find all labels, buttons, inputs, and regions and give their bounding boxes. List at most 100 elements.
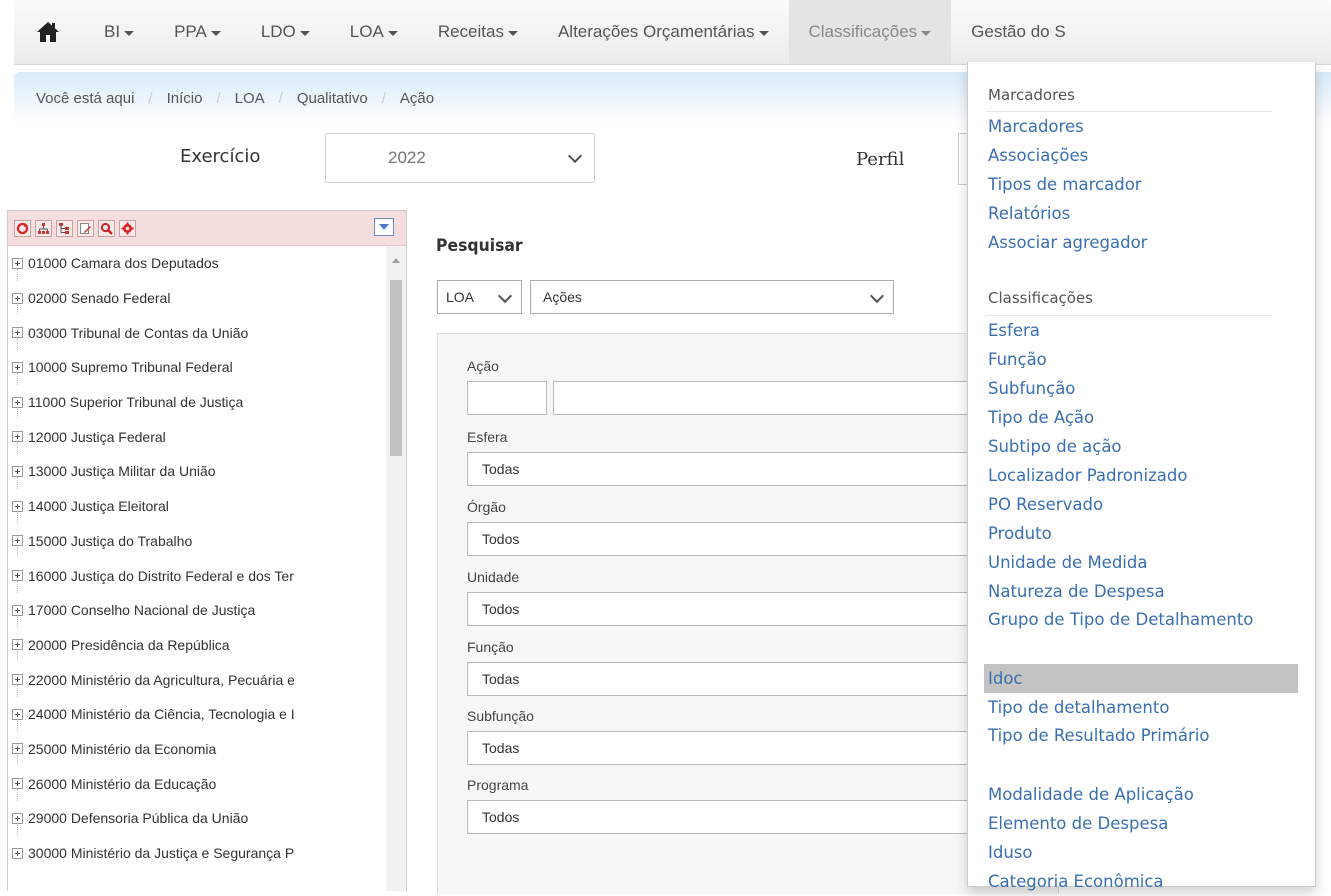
menu-item[interactable]: Idoc: [984, 664, 1298, 693]
edit-document-icon[interactable]: [77, 219, 94, 237]
tree-list: 01000 Camara dos Deputados 02000 Senado F…: [8, 246, 386, 870]
tree-item[interactable]: 03000 Tribunal de Contas da União: [8, 315, 386, 351]
tree-item[interactable]: 11000 Superior Tribunal de Justiça: [8, 385, 386, 420]
refresh-icon[interactable]: [14, 219, 31, 237]
menu-item[interactable]: Categoria Econômica: [984, 867, 1298, 896]
triangle-down-icon: [379, 223, 389, 230]
breadcrumb-item-qualitativo[interactable]: Qualitativo: [297, 90, 368, 107]
nav-gestao[interactable]: Gestão do S: [951, 0, 1086, 64]
tree-item[interactable]: 17000 Conselho Nacional de Justiça: [8, 593, 386, 628]
scrollbar-thumb[interactable]: [390, 280, 402, 456]
tree-expand-icon[interactable]: [56, 219, 73, 237]
menu-item[interactable]: Modalidade de Aplicação: [984, 780, 1298, 809]
menu-item[interactable]: Relatórios: [984, 199, 1298, 228]
acao-code-input[interactable]: [467, 381, 547, 415]
tree-item-label: 30000 Ministério da Justiça e Segurança …: [28, 845, 295, 862]
expand-plus-icon[interactable]: [12, 465, 23, 477]
tree-connector-line: [17, 338, 18, 351]
menu-item[interactable]: Função: [984, 345, 1298, 374]
nav-receitas[interactable]: Receitas: [418, 0, 538, 64]
expand-plus-icon[interactable]: [12, 639, 23, 651]
tree-item[interactable]: 01000 Camara dos Deputados: [8, 246, 386, 281]
type-select[interactable]: Ações: [530, 280, 894, 314]
expand-plus-icon[interactable]: [12, 570, 23, 582]
source-select[interactable]: LOA: [437, 280, 522, 314]
expand-plus-icon[interactable]: [12, 431, 23, 443]
menu-item[interactable]: Tipo de Resultado Primário: [984, 722, 1298, 778]
tree-item[interactable]: 30000 Ministério da Justiça e Segurança …: [8, 836, 386, 871]
menu-item[interactable]: Tipo de detalhamento: [984, 693, 1298, 722]
tree-item-label: 10000 Supremo Tribunal Federal: [28, 359, 233, 376]
tree-item-label: 26000 Ministério da Educação: [28, 775, 217, 792]
expand-plus-icon[interactable]: [12, 292, 23, 304]
expand-plus-icon[interactable]: [12, 743, 23, 755]
tree-item[interactable]: 22000 Ministério da Agricultura, Pecuári…: [8, 662, 386, 697]
tree-item[interactable]: 16000 Justiça do Distrito Federal e dos …: [8, 558, 386, 593]
tree-item[interactable]: 25000 Ministério da Economia: [8, 732, 386, 767]
tree-item-label: 13000 Justiça Militar da União: [28, 463, 216, 480]
menu-item[interactable]: Esfera: [984, 316, 1298, 345]
nav-ppa-label: PPA: [174, 22, 207, 41]
expand-plus-icon[interactable]: [12, 396, 23, 408]
nav-classificacoes[interactable]: Classificações: [788, 0, 952, 64]
menu-item[interactable]: Unidade de Medida: [984, 548, 1298, 577]
tree-item[interactable]: 15000 Justiça do Trabalho: [8, 524, 386, 559]
tree-item-label: 14000 Justiça Eleitoral: [28, 498, 169, 515]
menu-item[interactable]: Iduso: [984, 838, 1298, 867]
menu-item[interactable]: PO Reservado: [984, 490, 1298, 519]
expand-plus-icon[interactable]: [12, 812, 23, 824]
tree-item[interactable]: 10000 Supremo Tribunal Federal: [8, 350, 386, 385]
unidade-value: Todos: [482, 601, 520, 617]
nav-loa[interactable]: LOA: [330, 0, 418, 64]
tree-connector-line: [17, 754, 18, 767]
tree-item[interactable]: 13000 Justiça Militar da União: [8, 454, 386, 489]
caret-down-icon: [507, 30, 518, 36]
menu-item[interactable]: Associar agregador: [984, 228, 1298, 257]
menu-item[interactable]: Subfunção: [984, 374, 1298, 403]
tree-item[interactable]: 20000 Presidência da República: [8, 628, 386, 663]
nav-bi[interactable]: BI: [84, 0, 154, 64]
expand-plus-icon[interactable]: [12, 257, 23, 269]
home-icon[interactable]: [36, 19, 66, 45]
breadcrumb-item-inicio[interactable]: Início: [167, 90, 203, 107]
gear-icon[interactable]: [119, 219, 136, 237]
menu-item[interactable]: Subtipo de ação: [984, 432, 1298, 461]
nav-ppa[interactable]: PPA: [154, 0, 241, 64]
tree-scrollbar[interactable]: [386, 246, 406, 891]
tree-options-dropdown[interactable]: [374, 218, 394, 236]
tree-item[interactable]: 12000 Justiça Federal: [8, 419, 386, 455]
expand-plus-icon[interactable]: [12, 708, 23, 720]
tree-item[interactable]: 26000 Ministério da Educação: [8, 766, 386, 801]
exercicio-select[interactable]: 2022: [325, 133, 595, 183]
tree-item[interactable]: 24000 Ministério da Ciência, Tecnologia …: [8, 697, 386, 732]
chevron-down-icon: [869, 288, 885, 304]
menu-item[interactable]: Natureza de Despesa: [984, 577, 1298, 606]
expand-plus-icon[interactable]: [12, 604, 23, 616]
menu-item[interactable]: Produto: [984, 519, 1298, 548]
menu-item[interactable]: Marcadores: [984, 112, 1298, 141]
expand-plus-icon[interactable]: [12, 500, 23, 512]
expand-plus-icon[interactable]: [12, 778, 23, 790]
nav-alteracoes-orcamentarias[interactable]: Alterações Orçamentárias: [538, 0, 789, 64]
hierarchy-icon[interactable]: [35, 219, 52, 237]
expand-plus-icon[interactable]: [12, 327, 23, 339]
menu-item[interactable]: Tipos de marcador: [984, 170, 1298, 199]
menu-item[interactable]: Elemento de Despesa: [984, 809, 1298, 838]
scroll-up-icon[interactable]: [392, 258, 400, 263]
expand-plus-icon[interactable]: [12, 847, 23, 859]
menu-item[interactable]: Localizador Padronizado: [984, 461, 1298, 490]
menu-item[interactable]: Associações: [984, 141, 1298, 170]
breadcrumb-item-loa[interactable]: LOA: [235, 90, 265, 107]
nav-ldo[interactable]: LDO: [241, 0, 330, 64]
expand-plus-icon[interactable]: [12, 674, 23, 686]
search-icon[interactable]: [98, 219, 115, 237]
tree-item[interactable]: 14000 Justiça Eleitoral: [8, 489, 386, 524]
tree-item[interactable]: 02000 Senado Federal: [8, 281, 386, 316]
menu-item[interactable]: Grupo de Tipo de Detalhamento: [984, 606, 1298, 662]
expand-plus-icon[interactable]: [12, 535, 23, 547]
expand-plus-icon[interactable]: [12, 361, 23, 373]
tree-connector-line: [17, 650, 18, 663]
menu-item[interactable]: Tipo de Ação: [984, 403, 1298, 432]
nav-ldo-label: LDO: [260, 22, 296, 41]
tree-item[interactable]: 29000 Defensoria Pública da União: [8, 801, 386, 836]
